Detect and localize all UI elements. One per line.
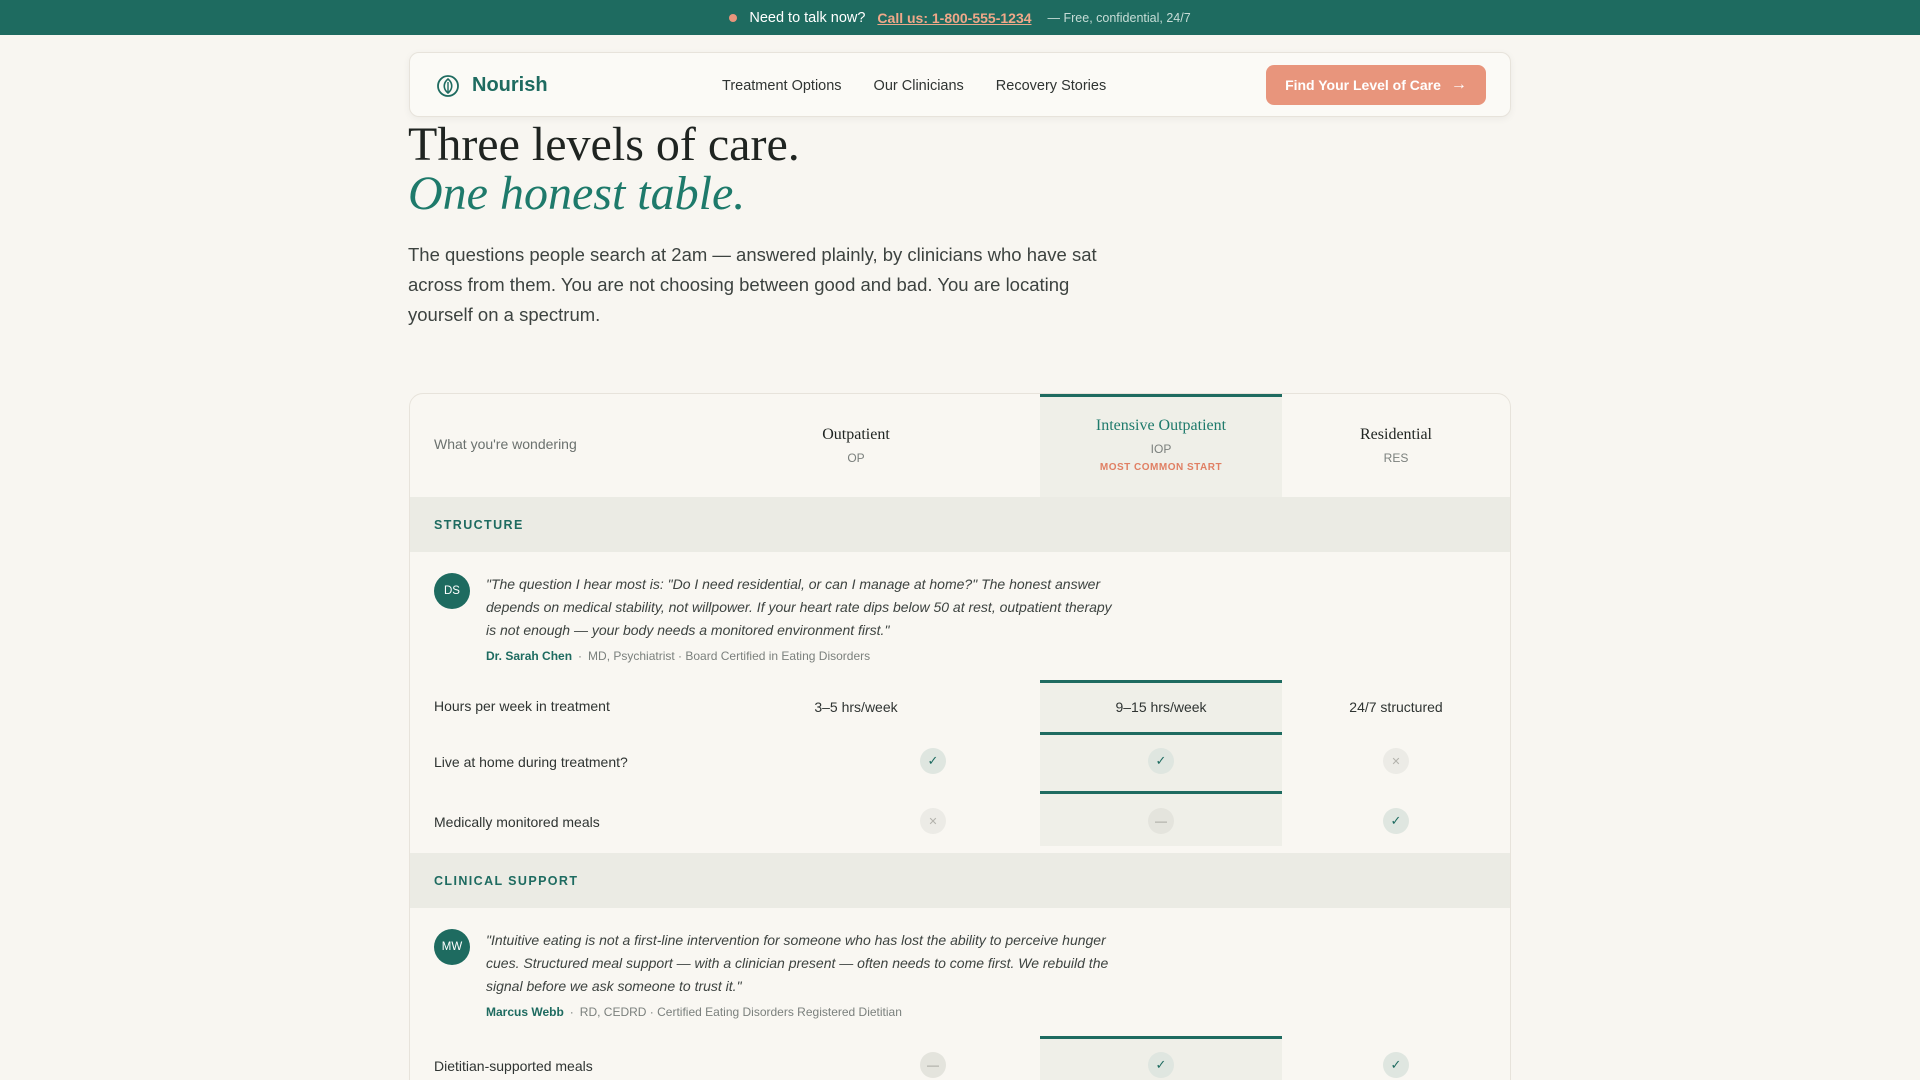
- section-structure: STRUCTURE: [410, 497, 1510, 552]
- iop-highlight-border: [1040, 394, 1282, 397]
- quote-attribution: Dr. Sarah Chen · MD, Psychiatrist · Board …: [486, 649, 871, 663]
- check-icon: ✓: [1148, 748, 1174, 774]
- header-question: What you're wondering: [434, 436, 577, 452]
- crisis-banner: Need to talk now? Call us: 1-800-555-123…: [0, 0, 1920, 35]
- dash-icon: —: [1148, 808, 1174, 834]
- page-subtitle: One honest table.: [408, 167, 746, 220]
- quote-credentials: RD, CEDRD · Certified Eating Disorders R…: [579, 1005, 902, 1019]
- row-label: Live at home during treatment?: [434, 754, 628, 770]
- section-label: CLINICAL SUPPORT: [434, 873, 579, 888]
- row-label: Medically monitored meals: [434, 814, 600, 830]
- quote-author[interactable]: Marcus Webb: [486, 1005, 564, 1019]
- main-nav: Nourish Treatment Options Our Clinicians…: [409, 52, 1511, 117]
- arrow-right-icon: →: [1450, 76, 1467, 93]
- check-icon: ✓: [1383, 808, 1409, 834]
- column-header-outpatient: Outpatient OP: [735, 426, 977, 465]
- banner-prompt: Need to talk now?: [749, 9, 866, 26]
- leaf-logo-icon: [437, 74, 459, 97]
- avatar: DS: [434, 573, 470, 609]
- nav-link-our-clinicians[interactable]: Our Clinicians: [874, 78, 964, 94]
- column-name: Outpatient: [822, 426, 890, 443]
- status-dot-icon: [729, 13, 738, 22]
- find-level-of-care-button[interactable]: Find Your Level of Care →: [1266, 65, 1486, 105]
- row-label: Hours per week in treatment: [434, 698, 610, 714]
- iop-highlight-border: [1040, 732, 1282, 735]
- column-header-residential: Residential RES: [1275, 426, 1510, 465]
- dash-icon: —: [920, 1052, 946, 1078]
- cell-value: 9–15 hrs/week: [1115, 699, 1207, 715]
- nav-links: Treatment Options Our Clinicians Recover…: [722, 53, 1138, 118]
- iop-highlight-border: [1040, 680, 1282, 683]
- section-clinical-support: CLINICAL SUPPORT: [410, 853, 1510, 908]
- call-link[interactable]: Call us: 1-800-555-1234: [877, 10, 1031, 26]
- brand-name: Nourish: [472, 74, 548, 96]
- column-abbr: OP: [847, 451, 865, 465]
- row-label: Dietitian-supported meals: [434, 1058, 593, 1074]
- check-icon: ✓: [1383, 1052, 1409, 1078]
- cell-value: 24/7 structured: [1349, 699, 1443, 715]
- column-name: Intensive Outpatient: [1095, 417, 1227, 434]
- avatar: MW: [434, 929, 470, 965]
- nav-link-treatment-options[interactable]: Treatment Options: [722, 78, 842, 94]
- column-abbr: RES: [1383, 451, 1409, 465]
- quote-author[interactable]: Dr. Sarah Chen: [486, 649, 572, 663]
- care-comparison-table: What you're wondering Outpatient OP Inte…: [409, 393, 1511, 1080]
- quote-text: "Intuitive eating is not a first-line in…: [486, 932, 1109, 994]
- brand-logo[interactable]: Nourish: [436, 53, 548, 118]
- most-common-badge: MOST COMMON START: [1099, 462, 1223, 473]
- column-header-intensive-outpatient: Intensive Outpatient IOP MOST COMMON STA…: [1040, 417, 1282, 473]
- cell-value: 3–5 hrs/week: [814, 699, 898, 715]
- nav-link-recovery-stories[interactable]: Recovery Stories: [996, 78, 1106, 94]
- section-label: STRUCTURE: [434, 517, 524, 532]
- banner-note: — Free, confidential, 24/7: [1047, 10, 1191, 25]
- quote-credentials: MD, Psychiatrist · Board Certified in Ea…: [588, 649, 871, 663]
- column-name: Residential: [1360, 426, 1432, 443]
- check-icon: ✓: [920, 748, 946, 774]
- page-title: Three levels of care.: [408, 118, 800, 171]
- x-icon: ✕: [1383, 748, 1409, 774]
- quote-text: "The question I hear most is: "Do I need…: [486, 576, 1112, 638]
- iop-highlight-border: [1040, 1036, 1282, 1039]
- column-abbr: IOP: [1150, 442, 1172, 456]
- check-icon: ✓: [1148, 1052, 1174, 1078]
- cta-label: Find Your Level of Care: [1285, 77, 1441, 93]
- iop-highlight-border: [1040, 791, 1282, 794]
- hero-description: The questions people search at 2am — ans…: [408, 244, 1097, 325]
- quote-attribution: Marcus Webb · RD, CEDRD · Certified Eating…: [486, 1005, 902, 1019]
- x-icon: ✕: [920, 808, 946, 834]
